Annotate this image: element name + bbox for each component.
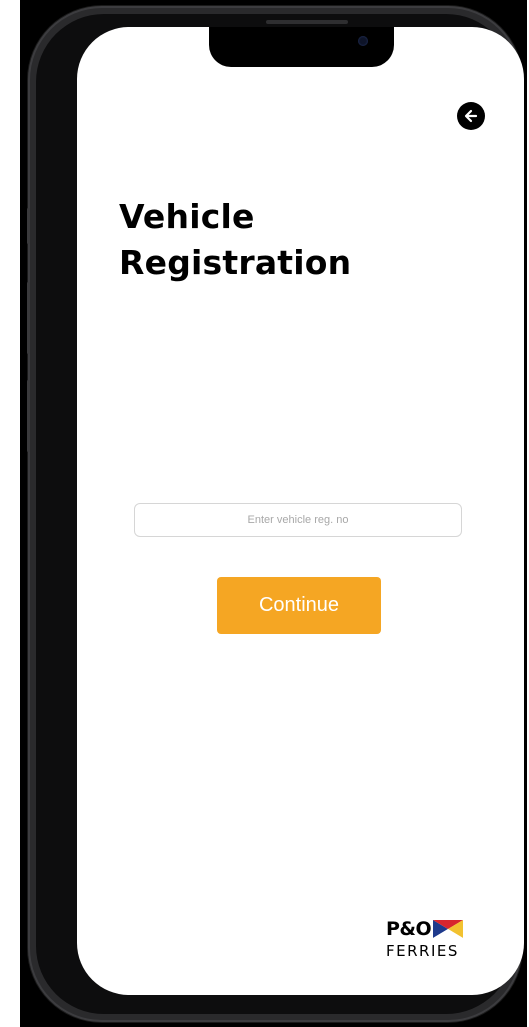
page-title-line-1: Vehicle [119, 197, 255, 236]
arrow-left-icon [464, 109, 478, 123]
front-camera-icon [358, 36, 368, 46]
volume-up-button [27, 282, 30, 354]
app-screen: Vehicle Registration Continue P&O [77, 27, 524, 995]
device-backdrop: Vehicle Registration Continue P&O [20, 0, 527, 1027]
vehicle-registration-input[interactable] [134, 503, 462, 537]
speaker-grille [266, 20, 348, 24]
volume-down-button [27, 380, 30, 452]
continue-button[interactable]: Continue [217, 577, 381, 634]
page-backdrop: Vehicle Registration Continue P&O [0, 0, 529, 1027]
logo-wordmark-po: P&O [386, 918, 432, 940]
po-flag-icon [433, 920, 464, 938]
po-ferries-logo: P&O FERRIES [386, 918, 486, 966]
page-title: Vehicle Registration [119, 194, 351, 286]
page-title-line-2: Registration [119, 243, 352, 282]
logo-top-row: P&O [386, 918, 464, 940]
back-button[interactable] [457, 102, 485, 130]
logo-wordmark-ferries: FERRIES [386, 942, 459, 960]
notch [209, 27, 394, 67]
mute-switch [27, 208, 30, 244]
